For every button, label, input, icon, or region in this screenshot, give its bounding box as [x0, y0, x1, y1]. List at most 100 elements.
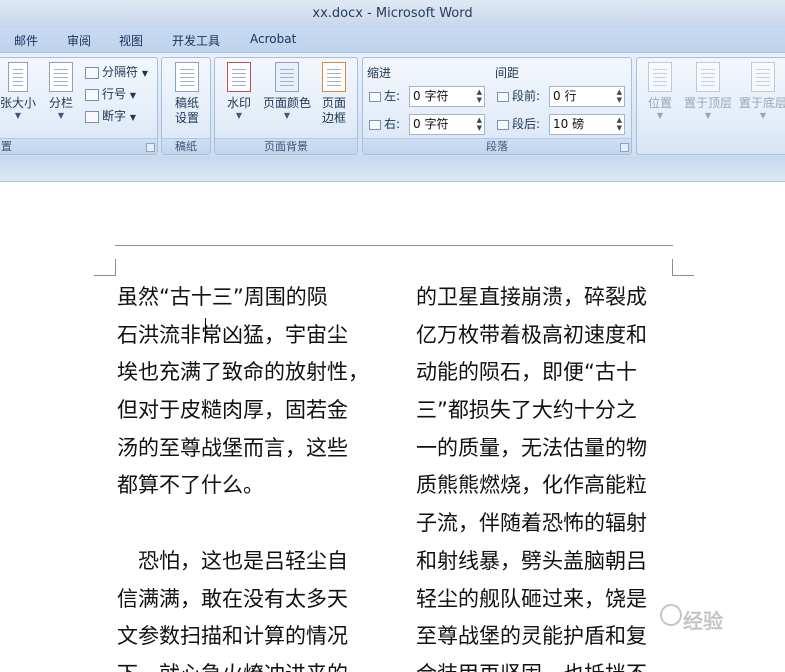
breaks-label: 分隔符 [102, 65, 139, 79]
breaks-icon [85, 66, 99, 79]
chevron-down-icon: ▼ [283, 111, 291, 120]
text-line: 轻尘的舰队砸过来，饶是 [416, 586, 647, 611]
dialog-launcher-icon[interactable] [620, 143, 629, 152]
watermark-text: 经验 [683, 609, 723, 633]
text-line: 信满满，敢在没有太多天 [117, 586, 348, 611]
paper-size-icon [8, 62, 28, 92]
document-top-strip [0, 156, 785, 182]
text-line: 文参数扫描和计算的情况 [117, 624, 348, 649]
spacing-before-label: 段前: [497, 86, 540, 106]
text-line: 三”都损失了大约十分之 [416, 398, 637, 423]
tab-developer[interactable]: 开发工具 [172, 32, 220, 49]
text-line: 一的质量，无法估量的物 [416, 435, 647, 460]
bring-to-front-button[interactable]: 置于顶层 ▼ [681, 62, 735, 121]
margin-corner-left [94, 259, 116, 276]
manuscript-label-line2: 设置 [174, 111, 199, 125]
text-cursor [205, 318, 206, 342]
manuscript-grid-icon [175, 62, 199, 92]
spacing-before-input[interactable]: 0 行 ▲ ▼ [549, 86, 625, 107]
line-numbers-button[interactable]: 行号 ▼ [85, 84, 136, 104]
text-line: 虽然“古十三”周围的陨 [117, 285, 328, 309]
hyphenation-label: 断字 [102, 109, 127, 123]
columns-icon [49, 62, 73, 92]
line-numbers-icon [85, 88, 99, 101]
spacing-after-input[interactable]: 10 磅 ▲ ▼ [549, 114, 625, 135]
page-setup-group: 张大小 ▼ 分栏 ▼ 分隔符 ▼ 行号 ▼ 断字 ▼ 置 [0, 57, 158, 155]
spacing-after-icon [497, 119, 509, 130]
text-line: 合装甲再坚固，也抵挡不 [416, 656, 676, 672]
text-line: 至尊战堡的灵能护盾和复 [416, 624, 647, 649]
spin-arrows-icon[interactable]: ▲ ▼ [477, 88, 482, 104]
page-color-label: 页面颜色 [262, 96, 311, 110]
watermark-icon [227, 62, 251, 92]
indent-right-icon [369, 119, 381, 130]
text-line: 下，就心急火燎冲进来的 [117, 656, 397, 672]
columns-button[interactable]: 分栏 ▼ [43, 62, 79, 121]
chevron-down-icon: ▼ [235, 111, 243, 120]
send-to-back-button[interactable]: 置于底层 ▼ [737, 62, 785, 121]
indent-right-label: 右: [369, 114, 400, 134]
tab-acrobat[interactable]: Acrobat [250, 32, 296, 46]
watermark-button[interactable]: 水印 ▼ [219, 62, 259, 121]
indent-left-icon [369, 91, 381, 102]
chevron-down-icon: ▼ [57, 111, 65, 120]
spin-arrows-icon[interactable]: ▲ ▼ [477, 116, 482, 132]
breaks-button[interactable]: 分隔符 ▼ [85, 62, 148, 82]
text-line: 子流，伴随着恐怖的辐射 [416, 511, 647, 536]
text-line: 但对于皮糙肉厚，固若金 [117, 398, 348, 423]
text-line: 恐怕，这也是吕轻尘自 [117, 548, 348, 573]
paper-size-button[interactable]: 张大小 ▼ [0, 62, 37, 121]
hyphenation-button[interactable]: 断字 ▼ [85, 106, 136, 126]
tab-mailings[interactable]: 邮件 [14, 32, 38, 49]
hyphenation-icon [85, 110, 99, 123]
spacing-header: 间距 [495, 66, 520, 80]
manuscript-group-label: 稿纸 [162, 138, 210, 154]
indent-left-label: 左: [369, 86, 400, 106]
arrange-group: 位置 ▼ 置于顶层 ▼ 置于底层 ▼ [636, 57, 785, 155]
paper-size-label: 张大小 [0, 96, 36, 110]
chevron-down-icon: ▼ [141, 69, 148, 78]
tab-review[interactable]: 审阅 [67, 32, 91, 49]
position-label: 位置 [647, 96, 672, 110]
position-icon [648, 62, 672, 92]
text-line: 的卫星直接崩溃，碎裂成 [416, 285, 647, 309]
line-numbers-label: 行号 [102, 87, 127, 101]
chevron-down-icon: ▼ [704, 111, 712, 120]
text-line: 亿万枚带着极高初速度和 [416, 322, 647, 347]
spacing-before-value: 0 行 [553, 89, 577, 103]
text-column-right[interactable]: 的卫星直接崩溃，碎裂成 亿万枚带着极高初速度和 动能的陨石，即便“古十 三”都损… [416, 279, 676, 672]
indent-header: 缩进 [367, 66, 392, 80]
page-background-group: 水印 ▼ 页面颜色 ▼ 页面 边框 页面背景 [214, 57, 358, 155]
text-column-left[interactable]: 虽然“古十三”周围的陨 石洪流非常凶猛，宇宙尘 埃也充满了致命的放射性， 但对于… [117, 279, 397, 672]
manuscript-settings-button[interactable]: 稿纸 设置 [167, 62, 207, 126]
chevron-down-icon: ▼ [129, 113, 136, 122]
spacing-after-value: 10 磅 [553, 117, 585, 131]
send-to-back-icon [751, 62, 775, 92]
watermark-label: 水印 [226, 96, 251, 110]
indent-left-value: 0 字符 [413, 89, 449, 103]
dialog-launcher-icon[interactable] [146, 143, 155, 152]
bring-to-front-label: 置于顶层 [683, 96, 732, 110]
spin-arrows-icon[interactable]: ▲ ▼ [617, 116, 622, 132]
spacing-after-label: 段后: [497, 114, 540, 134]
page-borders-button[interactable]: 页面 边框 [315, 62, 353, 126]
position-button[interactable]: 位置 ▼ [643, 62, 677, 121]
page-background-group-label: 页面背景 [215, 138, 357, 154]
page-borders-label-line2: 边框 [321, 111, 346, 125]
indent-left-input[interactable]: 0 字符 ▲ ▼ [409, 86, 485, 107]
paragraph-group-label: 段落 [363, 138, 631, 154]
page-color-button[interactable]: 页面颜色 ▼ [261, 62, 313, 121]
paragraph-group: 缩进 间距 左: 0 字符 ▲ ▼ 右: 0 字符 ▲ ▼ 段前: 0 行 ▲ ▼ 段… [362, 57, 632, 155]
tab-view[interactable]: 视图 [119, 32, 143, 49]
spin-arrows-icon[interactable]: ▲ ▼ [617, 88, 622, 104]
margin-corner-right [672, 259, 694, 276]
text-line [117, 505, 397, 543]
text-line: 埃也充满了致命的放射性， [117, 360, 369, 385]
page-borders-icon [322, 62, 346, 92]
text-line: 都算不了什么。 [117, 473, 264, 498]
bring-to-front-icon [696, 62, 720, 92]
indent-right-input[interactable]: 0 字符 ▲ ▼ [409, 114, 485, 135]
text-line: 质熊熊燃烧，化作高能粒 [416, 473, 647, 498]
title-bar: xx.docx - Microsoft Word [0, 0, 785, 28]
text-line: 和射线暴，劈头盖脑朝吕 [416, 548, 647, 573]
